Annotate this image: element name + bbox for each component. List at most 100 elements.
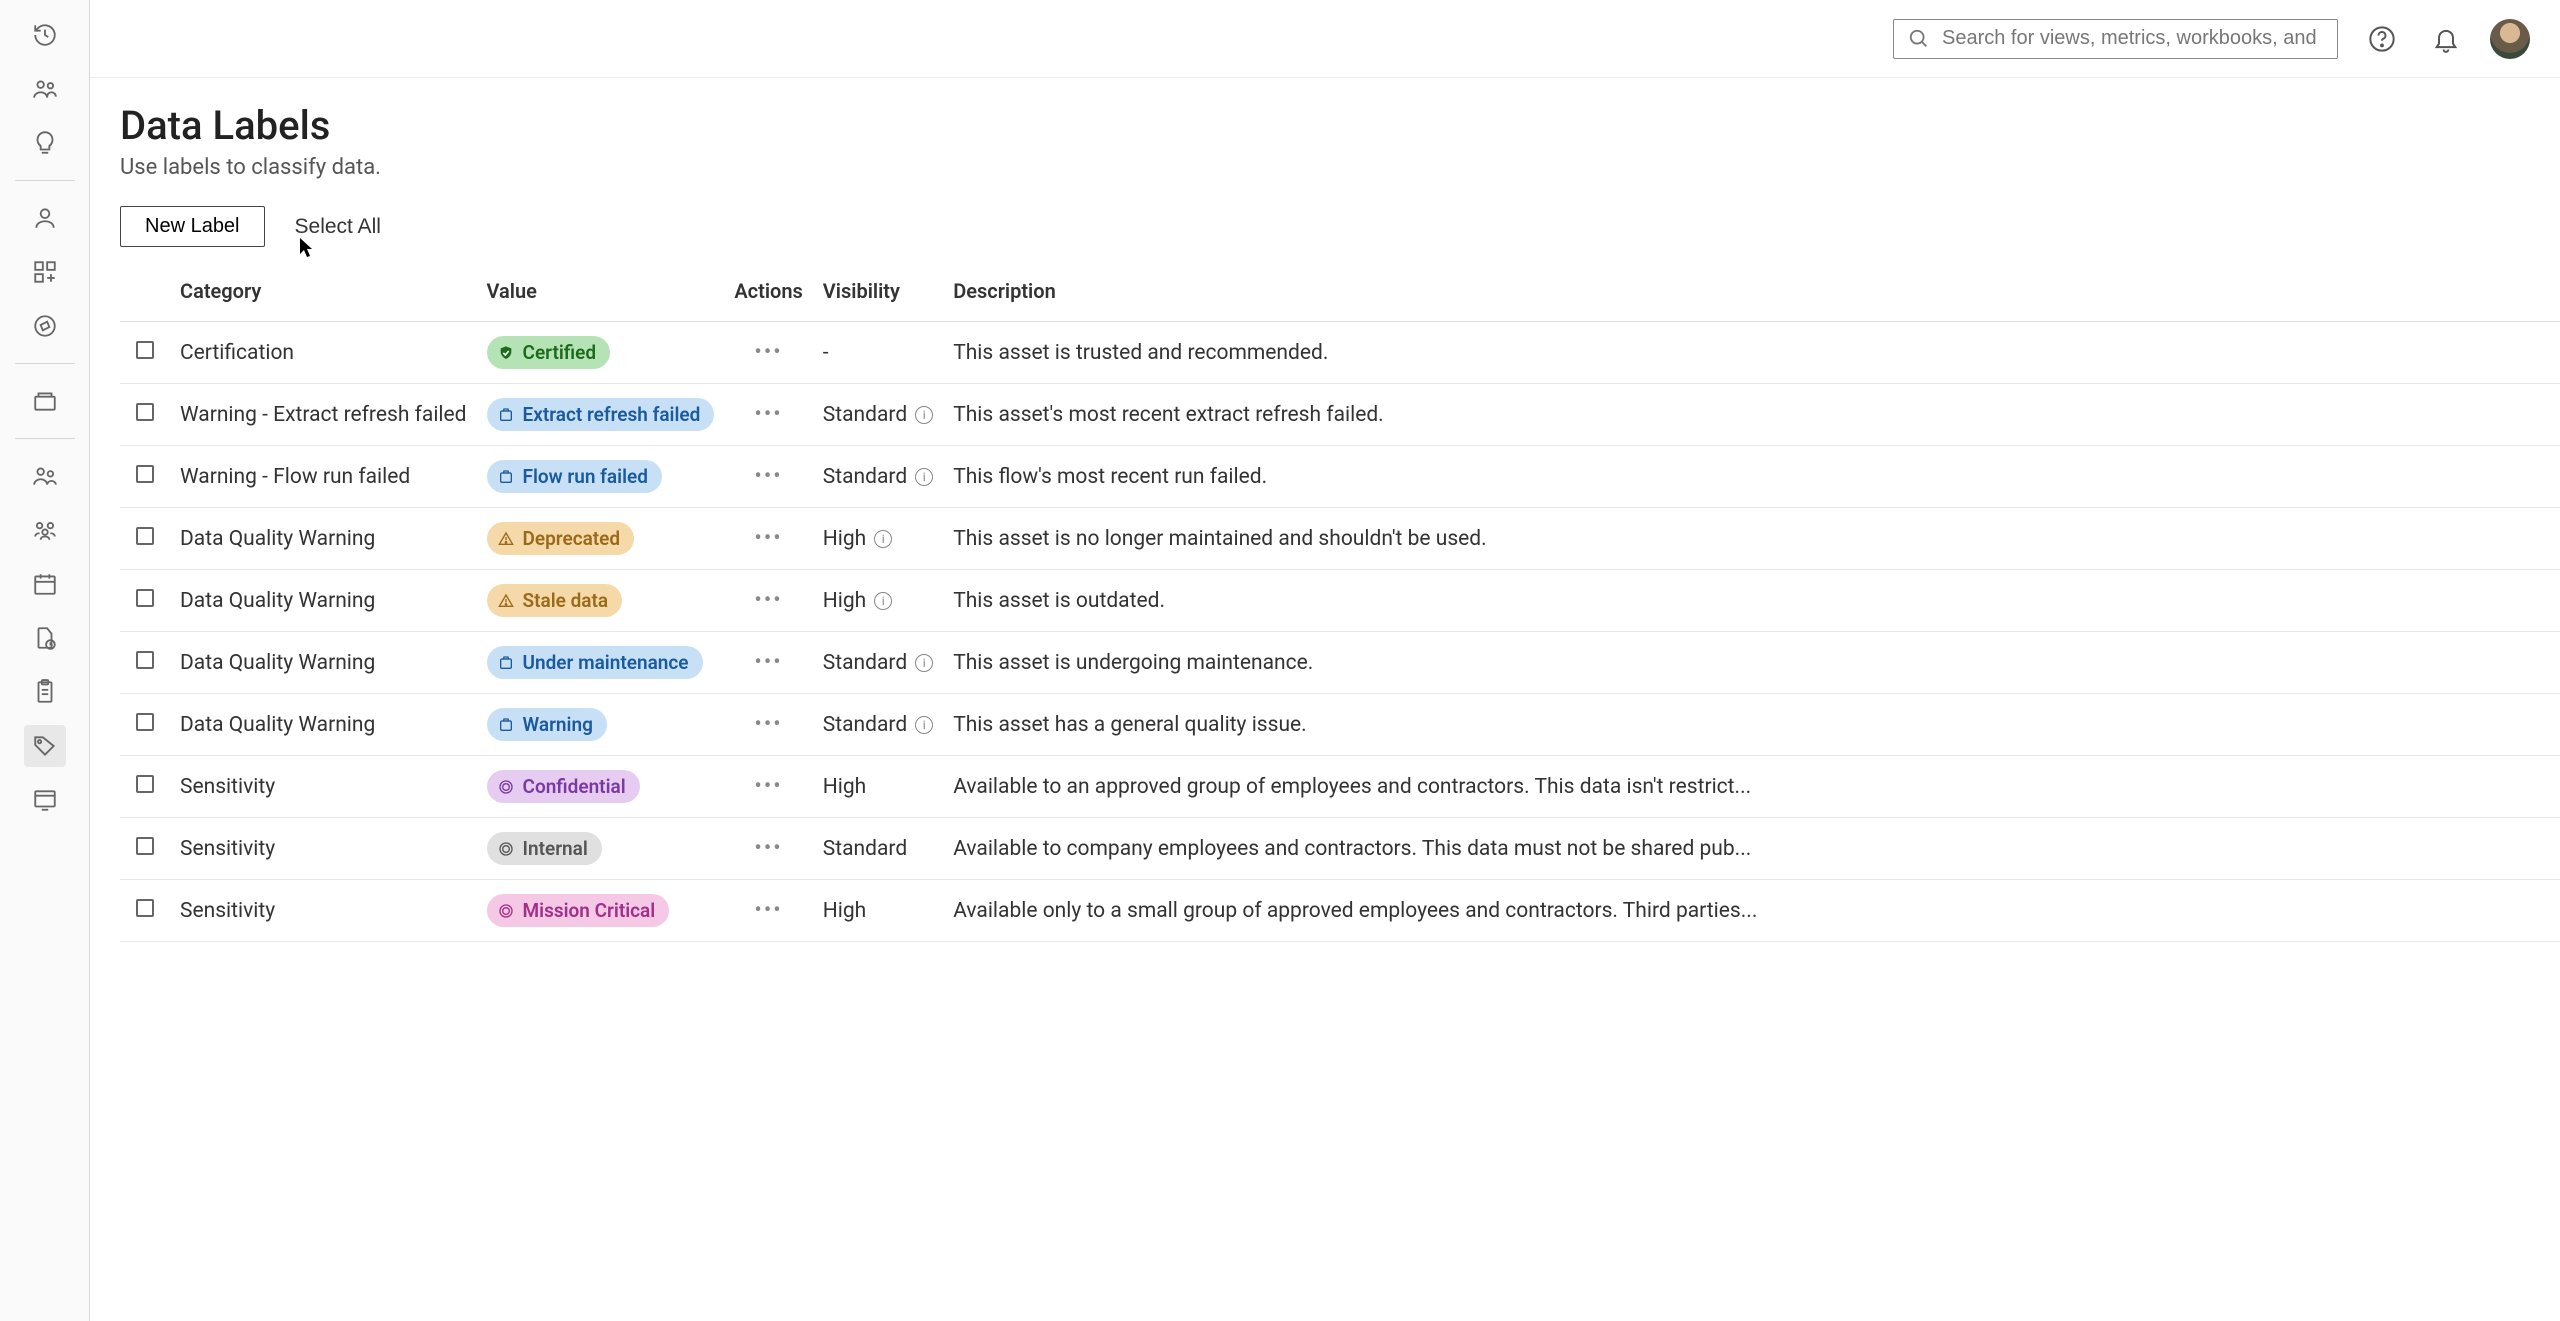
search-input[interactable]	[1942, 27, 2323, 50]
row-category: Data Quality Warning	[170, 694, 477, 756]
info-icon[interactable]: i	[874, 530, 892, 548]
row-actions-menu[interactable]: •••	[754, 836, 782, 861]
sidebar-apps-icon[interactable]	[24, 251, 66, 293]
search-icon	[1908, 28, 1930, 50]
sidebar-users-icon[interactable]	[24, 455, 66, 497]
row-visibility: Standard	[823, 465, 907, 489]
value-pill: Extract refresh failed	[487, 398, 715, 431]
notifications-icon[interactable]	[2426, 19, 2466, 59]
table-row: Sensitivity Confidential ••• High Availa…	[120, 756, 2560, 818]
info-icon[interactable]: i	[915, 654, 933, 672]
new-label-button[interactable]: New Label	[120, 206, 265, 247]
row-description: Available only to a small group of appro…	[943, 880, 2560, 942]
col-visibility[interactable]: Visibility	[813, 267, 943, 322]
col-value[interactable]: Value	[477, 267, 725, 322]
row-checkbox[interactable]	[136, 341, 154, 359]
row-category: Warning - Extract refresh failed	[170, 384, 477, 446]
row-actions-menu[interactable]: •••	[754, 774, 782, 799]
sidebar-tasks-icon[interactable]	[24, 671, 66, 713]
pill-icon	[497, 654, 515, 672]
info-icon[interactable]: i	[915, 716, 933, 734]
pill-icon	[497, 592, 515, 610]
row-category: Sensitivity	[170, 880, 477, 942]
row-description: This asset is no longer maintained and s…	[943, 508, 2560, 570]
row-checkbox[interactable]	[136, 899, 154, 917]
row-checkbox[interactable]	[136, 837, 154, 855]
search-box[interactable]	[1893, 19, 2338, 59]
value-pill: Stale data	[487, 584, 623, 617]
row-category: Certification	[170, 322, 477, 384]
sidebar-explore-icon[interactable]	[24, 305, 66, 347]
value-pill: Mission Critical	[487, 894, 670, 927]
sidebar-jobs-icon[interactable]	[24, 617, 66, 659]
table-row: Data Quality Warning Under maintenance •…	[120, 632, 2560, 694]
avatar[interactable]	[2490, 19, 2530, 59]
row-actions-menu[interactable]: •••	[754, 588, 782, 613]
help-icon[interactable]	[2362, 19, 2402, 59]
pill-label: Internal	[523, 837, 588, 860]
row-visibility: Standard	[823, 403, 907, 427]
pill-label: Certified	[523, 341, 597, 364]
row-checkbox[interactable]	[136, 651, 154, 669]
col-category[interactable]: Category	[170, 267, 477, 322]
row-description: This asset is outdated.	[943, 570, 2560, 632]
row-description: This asset's most recent extract refresh…	[943, 384, 2560, 446]
pill-label: Deprecated	[523, 527, 621, 550]
row-category: Data Quality Warning	[170, 570, 477, 632]
row-checkbox[interactable]	[136, 465, 154, 483]
pill-label: Stale data	[523, 589, 609, 612]
info-icon[interactable]: i	[874, 592, 892, 610]
table-row: Data Quality Warning Stale data ••• High…	[120, 570, 2560, 632]
row-actions-menu[interactable]: •••	[754, 340, 782, 365]
row-visibility: High	[823, 775, 866, 799]
row-description: This asset is undergoing maintenance.	[943, 632, 2560, 694]
col-description[interactable]: Description	[943, 267, 2560, 322]
table-row: Data Quality Warning Warning ••• Standar…	[120, 694, 2560, 756]
row-actions-menu[interactable]: •••	[754, 464, 782, 489]
row-actions-menu[interactable]: •••	[754, 898, 782, 923]
pill-icon	[497, 530, 515, 548]
pill-icon	[497, 840, 515, 858]
sidebar-shared-icon[interactable]	[24, 68, 66, 110]
select-all-button[interactable]: Select All	[295, 215, 381, 239]
row-category: Sensitivity	[170, 818, 477, 880]
sidebar-site-icon[interactable]	[24, 779, 66, 821]
pill-label: Under maintenance	[523, 651, 689, 674]
row-description: Available to an approved group of employ…	[943, 756, 2560, 818]
sidebar-groups-icon[interactable]	[24, 509, 66, 551]
pill-label: Extract refresh failed	[523, 403, 701, 426]
sidebar-collections-icon[interactable]	[24, 380, 66, 422]
row-visibility: High	[823, 899, 866, 923]
pill-label: Warning	[523, 713, 593, 736]
sidebar-tags-icon[interactable]	[24, 725, 66, 767]
col-actions[interactable]: Actions	[724, 267, 812, 322]
sidebar-recent-icon[interactable]	[24, 14, 66, 56]
sidebar-recommend-icon[interactable]	[24, 122, 66, 164]
table-row: Sensitivity Mission Critical ••• High Av…	[120, 880, 2560, 942]
sidebar-schedules-icon[interactable]	[24, 563, 66, 605]
row-description: This flow's most recent run failed.	[943, 446, 2560, 508]
pill-label: Flow run failed	[523, 465, 648, 488]
row-checkbox[interactable]	[136, 589, 154, 607]
row-visibility: High	[823, 589, 866, 613]
sidebar-user-icon[interactable]	[24, 197, 66, 239]
page-title: Data Labels	[120, 102, 2560, 149]
pill-icon	[497, 406, 515, 424]
table-row: Sensitivity Internal ••• Standard Availa…	[120, 818, 2560, 880]
table-row: Warning - Extract refresh failed Extract…	[120, 384, 2560, 446]
row-checkbox[interactable]	[136, 527, 154, 545]
row-actions-menu[interactable]: •••	[754, 712, 782, 737]
row-visibility: Standard	[823, 713, 907, 737]
row-actions-menu[interactable]: •••	[754, 402, 782, 427]
row-checkbox[interactable]	[136, 713, 154, 731]
labels-table: Category Value Actions Visibility Descri…	[120, 267, 2560, 942]
row-checkbox[interactable]	[136, 403, 154, 421]
row-category: Data Quality Warning	[170, 508, 477, 570]
row-checkbox[interactable]	[136, 775, 154, 793]
info-icon[interactable]: i	[915, 406, 933, 424]
row-actions-menu[interactable]: •••	[754, 650, 782, 675]
row-description: Available to company employees and contr…	[943, 818, 2560, 880]
info-icon[interactable]: i	[915, 468, 933, 486]
row-visibility: Standard	[823, 837, 907, 861]
row-actions-menu[interactable]: •••	[754, 526, 782, 551]
